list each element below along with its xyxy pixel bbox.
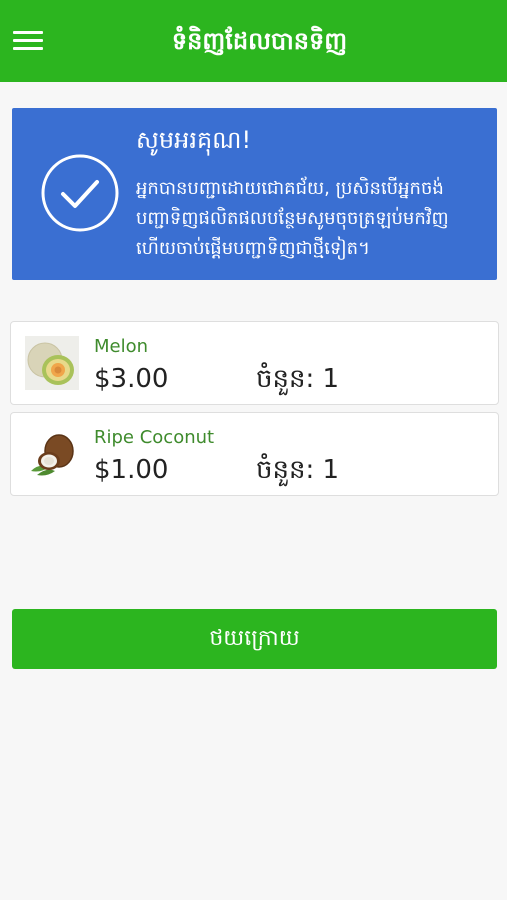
back-button[interactable]: ថយក្រោយ	[12, 609, 497, 669]
melon-image	[25, 336, 79, 390]
item-quantity: ចំនួន: 1	[256, 364, 340, 394]
item-price: $3.00	[94, 364, 169, 394]
order-item-ripe-coconut[interactable]: Ripe Coconut $1.00 ចំនួន: 1	[10, 412, 499, 496]
thank-you-title: សូមអរគុណ!	[136, 126, 252, 154]
coconut-image	[25, 427, 79, 481]
item-quantity: ចំនួន: 1	[256, 455, 340, 485]
confirmation-message: អ្នកបានបញ្ជាដោយជោគជ័យ, ប្រសិនបើអ្នកចង់បញ…	[136, 178, 449, 259]
app-bar: ទំនិញដែលបានទិញ	[0, 0, 507, 82]
order-confirmation-card: សូមអរគុណ! អ្នកបានបញ្ជាដោយជោគជ័យ, ប្រសិនប…	[12, 108, 497, 280]
item-price: $1.00	[94, 455, 169, 485]
item-name: Melon	[94, 336, 149, 357]
check-circle-icon	[41, 154, 119, 232]
order-item-melon[interactable]: Melon $3.00 ចំនួន: 1	[10, 321, 499, 405]
item-name: Ripe Coconut	[94, 427, 215, 448]
page-title: ទំនិញដែលបានទិញ	[171, 27, 348, 55]
